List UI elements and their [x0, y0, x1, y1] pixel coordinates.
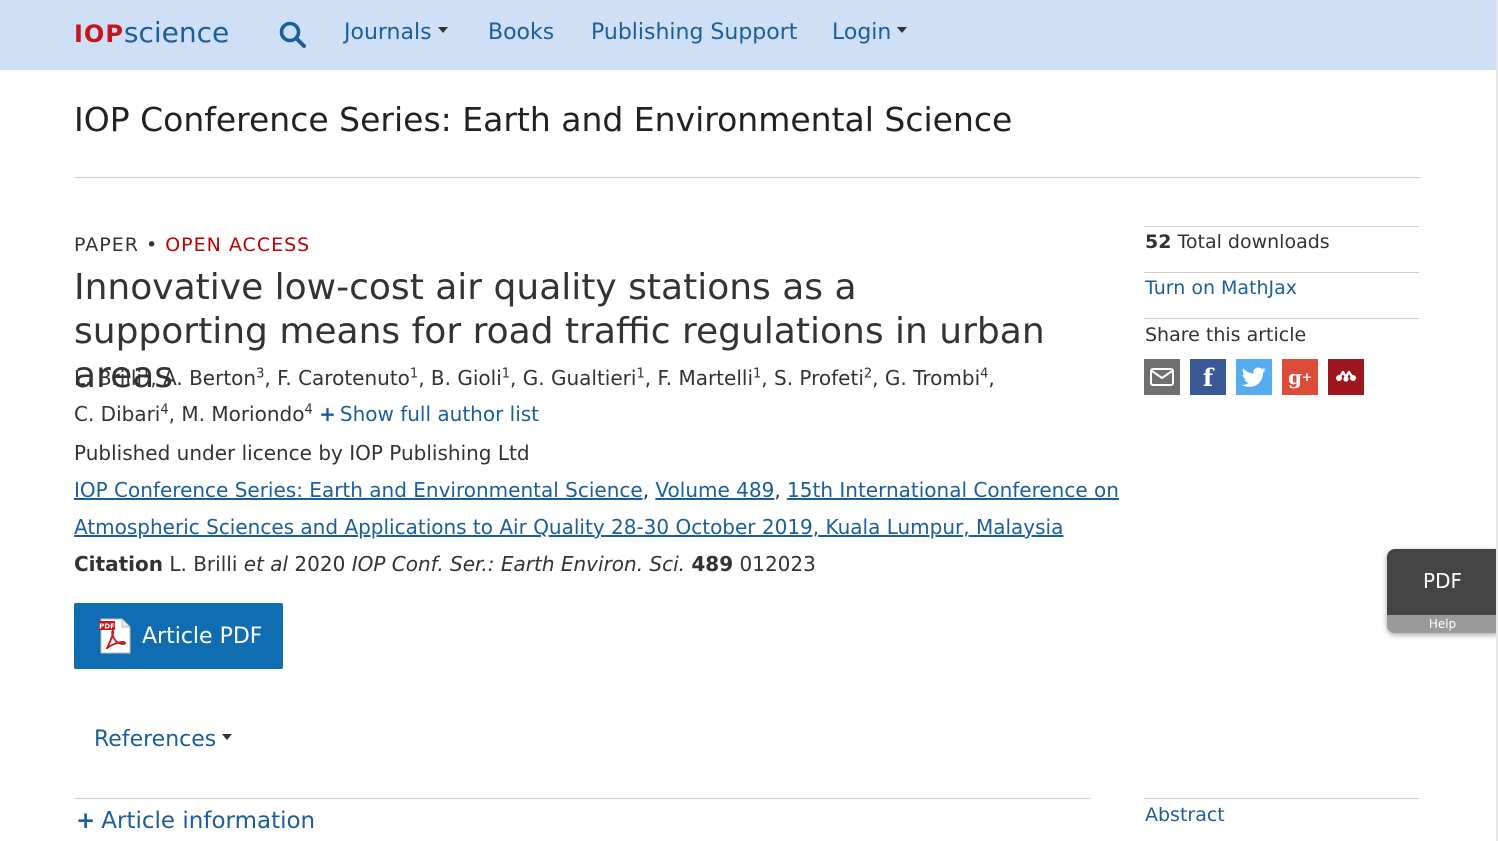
article-type-label: PAPER	[74, 234, 139, 256]
show-full-author-list-link[interactable]: + Show full author list	[319, 402, 539, 426]
references-dropdown[interactable]: References	[94, 727, 233, 752]
nav-journals[interactable]: Journals	[344, 20, 448, 45]
citation: Citation L. Brilli et al 2020 IOP Conf. …	[74, 552, 816, 576]
author: M. Moriondo4	[181, 402, 313, 426]
facebook-icon[interactable]: f	[1190, 359, 1226, 395]
pdf-widget-button[interactable]: PDF	[1387, 569, 1498, 593]
author: C. Dibari4	[74, 402, 169, 426]
share-title: Share this article	[1145, 324, 1307, 346]
svg-text:PDF: PDF	[99, 623, 115, 631]
author: G. Trombi4	[884, 366, 989, 390]
article-information-toggle[interactable]: + Article information	[76, 808, 315, 834]
abstract-link[interactable]: Abstract	[1145, 804, 1225, 826]
iopscience-logo[interactable]: IOP science	[74, 16, 229, 52]
nav-login[interactable]: Login	[832, 20, 908, 45]
volume-link[interactable]: Volume 489	[655, 478, 774, 502]
email-icon[interactable]	[1144, 359, 1180, 395]
author: L. Brilli1	[74, 366, 151, 390]
divider	[74, 798, 1090, 799]
logo-science: science	[123, 16, 230, 49]
citation-label: Citation	[74, 552, 163, 576]
logo-iop: IOP	[74, 20, 124, 48]
chevron-down-icon	[222, 734, 233, 740]
top-navigation-bar: IOP science Journals Books Publishing Sup…	[0, 0, 1496, 70]
help-button[interactable]: Help	[1387, 615, 1498, 633]
nav-publishing-support[interactable]: Publishing Support	[591, 20, 797, 45]
google-plus-icon[interactable]: g +	[1282, 359, 1318, 395]
chevron-down-icon	[897, 27, 908, 33]
nav-login-label: Login	[832, 20, 892, 45]
journal-title: IOP Conference Series: Earth and Environ…	[74, 100, 1013, 139]
divider	[1144, 798, 1419, 799]
author: F. Carotenuto1	[277, 366, 419, 390]
journal-link[interactable]: IOP Conference Series: Earth and Environ…	[74, 478, 643, 502]
downloads-count: 52	[1145, 231, 1172, 253]
separator-bullet: •	[145, 234, 159, 256]
chevron-down-icon	[437, 27, 448, 33]
article-pdf-button[interactable]: PDF Article PDF	[74, 603, 283, 669]
article-pdf-label: Article PDF	[142, 623, 263, 649]
nav-publishing-support-label: Publishing Support	[591, 20, 798, 45]
divider	[1144, 272, 1419, 273]
article-information-label: Article information	[101, 808, 316, 834]
twitter-icon[interactable]	[1236, 359, 1272, 395]
licence-text: Published under licence by IOP Publishin…	[74, 441, 530, 465]
plus-icon: +	[76, 808, 96, 834]
conference-link[interactable]: Atmospheric Sciences and Applications to…	[74, 515, 1063, 539]
conference-link[interactable]: 15th International Conference on	[787, 478, 1119, 502]
nav-books-label: Books	[488, 20, 555, 45]
author-list-continued: C. Dibari4, M. Moriondo4 + Show full auth…	[74, 402, 540, 426]
downloads-label: Total downloads	[1177, 231, 1330, 253]
journal-links: IOP Conference Series: Earth and Environ…	[74, 478, 1119, 502]
divider	[1144, 318, 1419, 319]
author-list: L. Brilli1, A. Berton3, F. Carotenuto1, …	[74, 366, 995, 390]
references-label: References	[94, 727, 217, 752]
author: F. Martelli1	[657, 366, 762, 390]
divider	[74, 177, 1420, 178]
nav-books[interactable]: Books	[488, 20, 554, 45]
mendeley-icon[interactable]	[1328, 359, 1364, 395]
pdf-file-icon: PDF	[99, 618, 131, 654]
share-buttons: f g +	[1144, 359, 1374, 395]
pdf-help-widget: PDF Help	[1387, 549, 1498, 633]
open-access-badge: OPEN ACCESS	[165, 234, 311, 256]
author: G. Gualtieri1	[522, 366, 645, 390]
turn-on-mathjax-link[interactable]: Turn on MathJax	[1145, 277, 1297, 299]
search-icon[interactable]	[278, 20, 308, 50]
author: A. Berton3	[163, 366, 265, 390]
author: B. Gioli1	[430, 366, 511, 390]
author: S. Profeti2	[774, 366, 873, 390]
nav-journals-label: Journals	[344, 20, 432, 45]
conference-link-line2: Atmospheric Sciences and Applications to…	[74, 515, 1063, 539]
plus-icon: +	[319, 402, 336, 426]
divider	[1144, 226, 1419, 227]
article-type: PAPER • OPEN ACCESS	[74, 234, 310, 256]
total-downloads: 52 Total downloads	[1145, 231, 1330, 253]
